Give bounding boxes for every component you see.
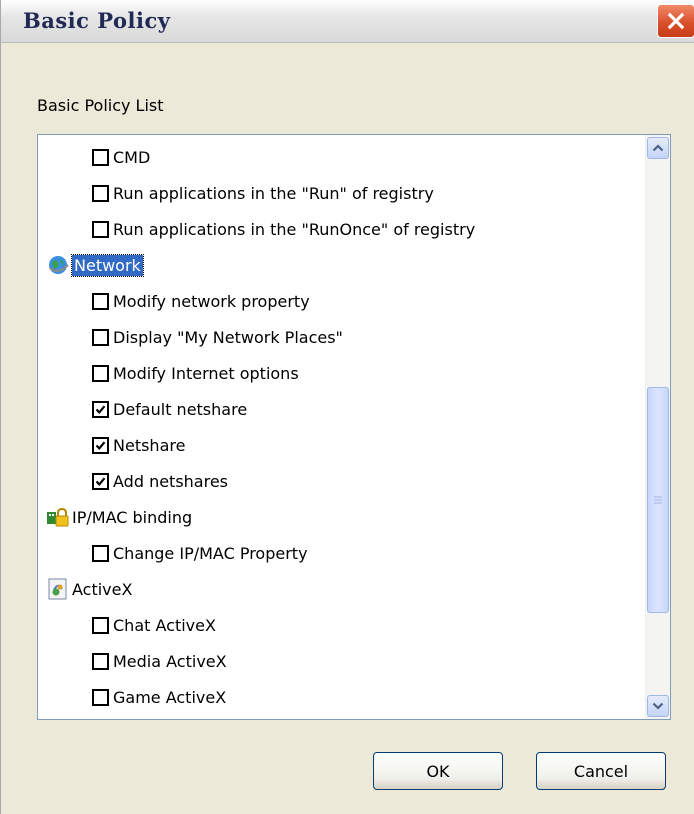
policy-option[interactable]: Game ActiveX — [92, 681, 226, 713]
window-title: Basic Policy — [23, 8, 171, 33]
policy-option-label: Run applications in the "RunOnce" of reg… — [113, 219, 476, 239]
checkbox-checked[interactable] — [92, 436, 109, 454]
checkbox[interactable] — [92, 544, 109, 562]
policy-option-label: Netshare — [113, 435, 186, 455]
policy-option[interactable]: Chat ActiveX — [92, 609, 216, 641]
policy-option-label: Change IP/MAC Property — [113, 543, 308, 563]
chevron-down-icon — [652, 702, 664, 710]
policy-option[interactable]: Add netshares — [92, 465, 228, 497]
category-network[interactable]: Network — [46, 249, 144, 281]
cancel-button[interactable]: Cancel — [536, 752, 666, 790]
scroll-thumb[interactable] — [647, 387, 669, 613]
checkbox[interactable] — [92, 292, 109, 310]
category-ip-mac-binding[interactable]: IP/MAC binding — [46, 501, 192, 533]
checkbox[interactable] — [92, 616, 109, 634]
policy-option-label: Default netshare — [113, 399, 248, 419]
category-label: IP/MAC binding — [72, 507, 193, 527]
policy-option-label: Chat ActiveX — [113, 615, 216, 635]
policy-option[interactable]: Change IP/MAC Property — [92, 537, 308, 569]
policy-option-label: Add netshares — [113, 471, 229, 491]
checkbox[interactable] — [92, 148, 109, 166]
basic-policy-dialog: Basic Policy Basic Policy List CMD Run ap… — [0, 0, 694, 814]
close-button[interactable] — [657, 4, 694, 38]
policy-option-label: Modify network property — [113, 291, 310, 311]
checkbox[interactable] — [92, 328, 109, 346]
policy-option[interactable]: Modify Internet options — [92, 357, 299, 389]
policy-option-label: Display "My Network Places" — [113, 327, 343, 347]
checkbox[interactable] — [92, 220, 109, 238]
checkbox[interactable] — [92, 652, 109, 670]
policy-option[interactable]: CMD — [92, 141, 150, 173]
policy-option-label: Modify Internet options — [113, 363, 299, 383]
checkbox[interactable] — [92, 184, 109, 202]
grip-icon — [654, 496, 662, 504]
policy-option-label: Run applications in the "Run" of registr… — [113, 183, 434, 203]
category-label: Network — [71, 253, 144, 277]
scroll-up-button[interactable] — [647, 137, 669, 159]
vertical-scrollbar[interactable] — [645, 135, 670, 719]
policy-list-label: Basic Policy List — [37, 96, 164, 115]
policy-list[interactable]: CMD Run applications in the "Run" of regi… — [37, 134, 671, 720]
network-globe-icon — [46, 253, 70, 277]
checkbox[interactable] — [92, 364, 109, 382]
policy-option-label: CMD — [113, 147, 151, 167]
policy-option[interactable]: Display "My Network Places" — [92, 321, 343, 353]
policy-option[interactable]: Run applications in the "Run" of registr… — [92, 177, 434, 209]
activex-icon — [46, 577, 70, 601]
policy-option[interactable]: Media ActiveX — [92, 645, 227, 677]
chevron-up-icon — [652, 144, 664, 152]
ipmac-lock-icon — [46, 505, 70, 529]
policy-option[interactable]: Modify network property — [92, 285, 310, 317]
category-label: ActiveX — [72, 579, 133, 599]
ok-button[interactable]: OK — [373, 752, 503, 790]
policy-option[interactable]: Run applications in the "RunOnce" of reg… — [92, 213, 475, 245]
policy-option[interactable]: Netshare — [92, 429, 185, 461]
scroll-down-button[interactable] — [647, 695, 669, 717]
title-bar[interactable]: Basic Policy — [1, 0, 694, 43]
checkbox[interactable] — [92, 688, 109, 706]
checkbox-checked[interactable] — [92, 472, 109, 490]
policy-option-label: Media ActiveX — [113, 651, 227, 671]
policy-option[interactable]: Default netshare — [92, 393, 247, 425]
checkbox-checked[interactable] — [92, 400, 109, 418]
category-activex[interactable]: ActiveX — [46, 573, 132, 605]
policy-option-label: Game ActiveX — [113, 687, 227, 707]
close-icon — [667, 12, 685, 30]
